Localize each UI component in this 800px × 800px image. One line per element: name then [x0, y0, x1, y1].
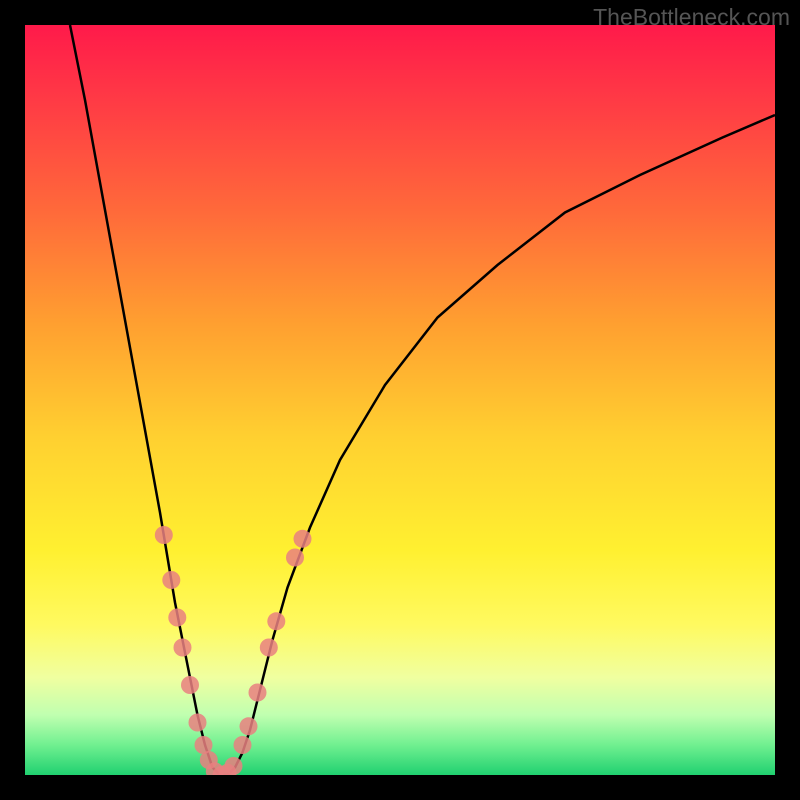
chart-background — [25, 25, 775, 775]
watermark-text: TheBottleneck.com — [593, 4, 790, 31]
